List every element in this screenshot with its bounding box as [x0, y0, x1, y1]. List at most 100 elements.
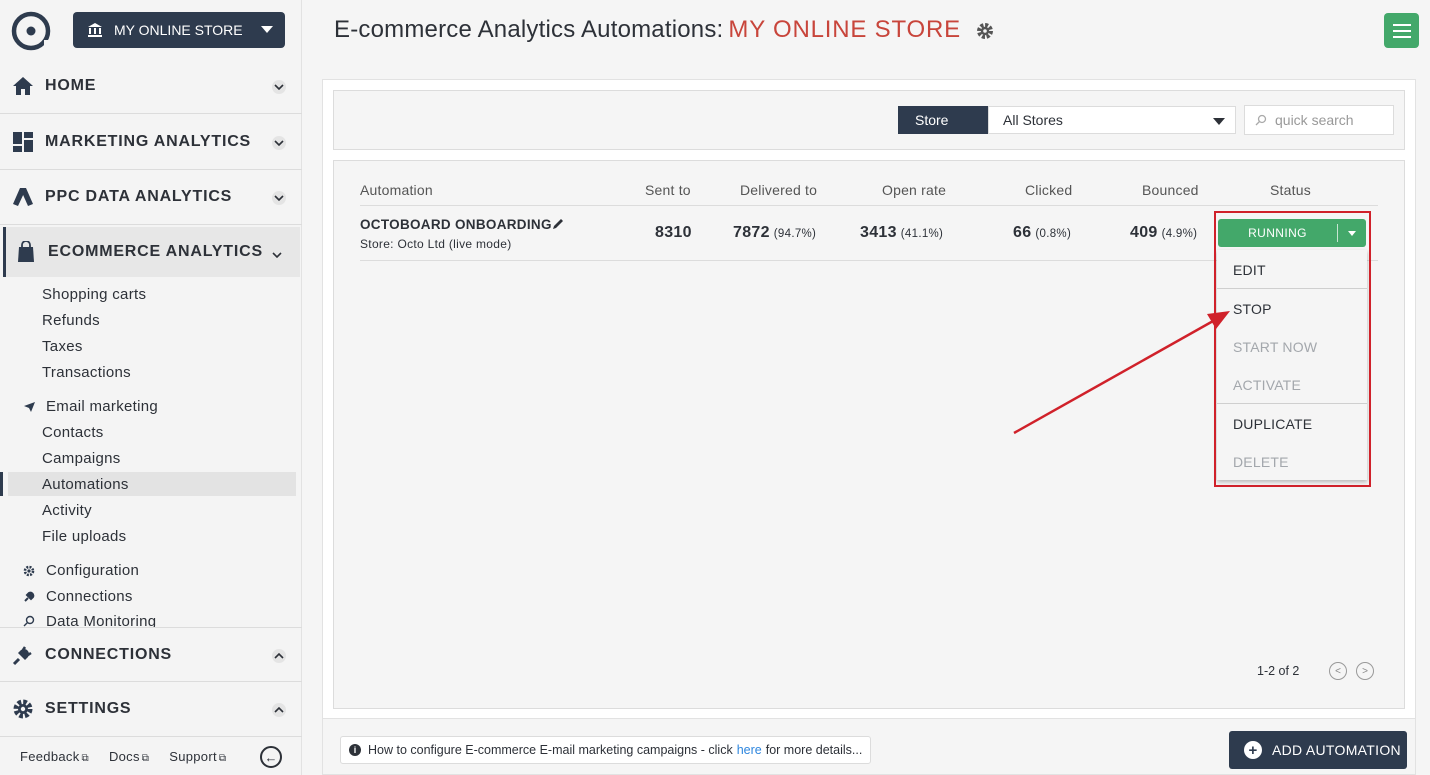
- annotation-arrow: [1013, 311, 1230, 435]
- open-value: 3413: [860, 224, 897, 241]
- gear-icon: [11, 697, 35, 721]
- external-link-icon: ⧉: [218, 752, 227, 764]
- support-link[interactable]: Support ⧉: [169, 749, 226, 764]
- prev-page-icon[interactable]: <: [1329, 662, 1347, 680]
- store-filter-label: Store: [898, 106, 988, 134]
- add-automation-button[interactable]: + ADD AUTOMATION: [1229, 731, 1407, 769]
- chevron-down-icon[interactable]: [272, 191, 286, 205]
- octoboard-logo-icon[interactable]: [10, 10, 52, 52]
- gear-icon[interactable]: [976, 22, 994, 40]
- delivered-value: 7872: [733, 224, 770, 241]
- store-filter-select[interactable]: All Stores: [988, 106, 1236, 134]
- sent-value: 8310: [655, 224, 692, 241]
- help-link[interactable]: here: [737, 743, 762, 757]
- nav-data-monitoring[interactable]: Data Monitoring: [22, 614, 156, 628]
- clicked-cell: 66 (0.8%): [1013, 224, 1071, 242]
- open-percent: (41.1%): [900, 228, 944, 240]
- feedback-link[interactable]: Feedback ⧉: [20, 749, 89, 764]
- chevron-down-icon[interactable]: [270, 248, 284, 262]
- header-divider: [360, 205, 1378, 206]
- status-label: RUNNING: [1248, 226, 1307, 240]
- docs-label: Docs: [108, 748, 140, 764]
- docs-link[interactable]: Docs ⧉: [109, 749, 149, 764]
- nav-home[interactable]: HOME: [0, 59, 302, 114]
- feedback-label: Feedback: [20, 748, 80, 764]
- clicked-percent: (0.8%): [1035, 228, 1072, 240]
- status-button[interactable]: RUNNING: [1218, 219, 1366, 247]
- nav-ecommerce-analytics[interactable]: ECOMMERCE ANALYTICS: [3, 227, 300, 277]
- nav-file-uploads[interactable]: File uploads: [42, 528, 126, 545]
- page-title: E-commerce Analytics Automations: MY ONLI…: [334, 16, 994, 44]
- header-bounced[interactable]: Bounced: [1142, 182, 1199, 198]
- nav-ppc-data-analytics[interactable]: PPC DATA ANALYTICS: [0, 170, 302, 225]
- next-page-icon[interactable]: >: [1356, 662, 1374, 680]
- store-filter-value: All Stores: [1003, 112, 1063, 128]
- quick-search-input[interactable]: [1275, 112, 1385, 128]
- help-info: i How to configure E-commerce E-mail mar…: [340, 736, 872, 764]
- header-delivered-to[interactable]: Delivered to: [740, 182, 817, 198]
- nav-taxes[interactable]: Taxes: [42, 338, 83, 355]
- add-automation-label: ADD AUTOMATION: [1272, 742, 1401, 758]
- nav-campaigns[interactable]: Campaigns: [42, 450, 121, 467]
- menu-item-duplicate[interactable]: DUPLICATE: [1233, 416, 1312, 432]
- menu-item-activate[interactable]: ACTIVATE: [1233, 377, 1301, 393]
- info-icon: i: [349, 744, 361, 756]
- nav-active-indicator: [0, 472, 3, 496]
- home-icon: [11, 74, 35, 98]
- nav-marketing-label: MARKETING ANALYTICS: [45, 133, 252, 150]
- menu-item-edit[interactable]: EDIT: [1233, 262, 1266, 278]
- bounced-cell: 409 (4.9%): [1130, 224, 1197, 242]
- header-automation[interactable]: Automation: [360, 182, 433, 198]
- nav-settings-label: SETTINGS: [45, 700, 132, 717]
- external-link-icon: ⧉: [81, 752, 89, 764]
- menu-item-delete[interactable]: DELETE: [1233, 454, 1289, 470]
- collapse-sidebar-icon[interactable]: ←: [260, 746, 282, 768]
- nav-home-label: HOME: [45, 77, 97, 94]
- header-sent-to[interactable]: Sent to: [645, 182, 691, 198]
- nav-activity[interactable]: Activity: [42, 502, 92, 519]
- nav-refunds[interactable]: Refunds: [42, 312, 100, 329]
- nav-shopping-carts[interactable]: Shopping carts: [42, 286, 146, 303]
- nav-contacts[interactable]: Contacts: [42, 424, 104, 441]
- nav-ppc-label: PPC DATA ANALYTICS: [45, 188, 233, 205]
- plus-icon: +: [1244, 741, 1262, 759]
- quick-search[interactable]: [1244, 105, 1394, 135]
- nav-settings[interactable]: SETTINGS: [0, 682, 302, 737]
- menu-item-start-now[interactable]: START NOW: [1233, 339, 1317, 355]
- dashboard-icon: [11, 130, 35, 154]
- chevron-up-icon[interactable]: [272, 703, 286, 717]
- automation-name-link[interactable]: OCTOBOARD ONBOARDING: [360, 217, 552, 232]
- paper-plane-icon: [22, 400, 36, 414]
- nav-transactions[interactable]: Transactions: [42, 364, 131, 381]
- support-label: Support: [169, 748, 217, 764]
- menu-divider: [1217, 288, 1367, 289]
- store-selector-button[interactable]: MY ONLINE STORE: [73, 12, 285, 48]
- pagination-info: 1-2 of 2: [1257, 664, 1300, 678]
- plug-icon: [22, 590, 36, 604]
- chevron-up-icon[interactable]: [272, 649, 286, 663]
- nav-ecommerce-label: ECOMMERCE ANALYTICS: [48, 243, 263, 260]
- nav-marketing-analytics[interactable]: MARKETING ANALYTICS: [0, 115, 302, 170]
- header-open-rate[interactable]: Open rate: [882, 182, 946, 198]
- automation-store: Store: Octo Ltd (live mode): [360, 237, 512, 251]
- nav-email-marketing[interactable]: Email marketing: [22, 398, 158, 415]
- nav-connections-sub-label: Connections: [46, 588, 133, 605]
- nav-configuration[interactable]: Configuration: [22, 562, 139, 579]
- status-separator: [1337, 224, 1338, 242]
- store-selector-label: MY ONLINE STORE: [114, 22, 243, 38]
- nav-connections[interactable]: CONNECTIONS: [0, 627, 302, 682]
- header-clicked[interactable]: Clicked: [1025, 182, 1072, 198]
- nav-automations[interactable]: Automations: [42, 476, 129, 493]
- pencil-icon[interactable]: [551, 217, 565, 231]
- open-cell: 3413 (41.1%): [860, 224, 943, 242]
- page-title-text: E-commerce Analytics Automations:: [334, 16, 724, 43]
- chevron-down-icon[interactable]: [272, 80, 286, 94]
- chevron-down-icon[interactable]: [272, 136, 286, 150]
- delivered-percent: (94.7%): [773, 228, 817, 240]
- shopping-bag-icon: [14, 240, 38, 264]
- hamburger-menu-icon[interactable]: [1384, 13, 1419, 48]
- search-icon: [1255, 114, 1267, 126]
- google-ads-icon: [11, 185, 35, 209]
- nav-connections-sub[interactable]: Connections: [22, 588, 133, 605]
- caret-down-icon[interactable]: [1338, 230, 1366, 236]
